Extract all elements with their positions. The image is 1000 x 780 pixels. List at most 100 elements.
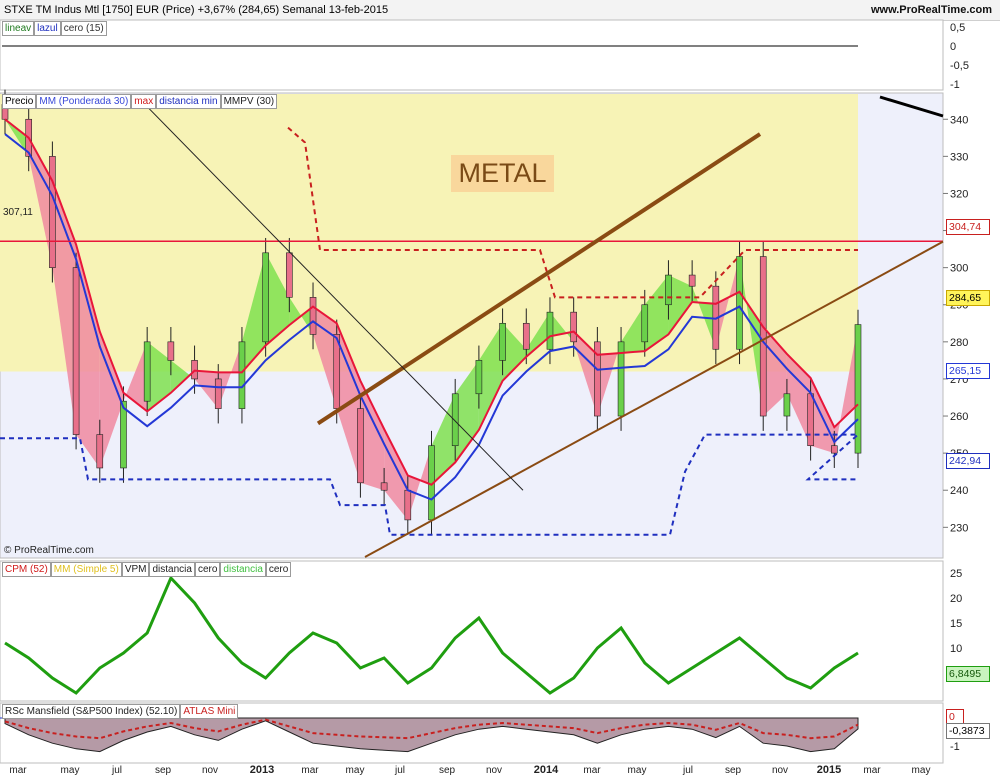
x-axis-label: 2014: [533, 764, 559, 776]
legend-cpm[interactable]: CPM (52): [2, 562, 51, 577]
x-axis-label: may: [345, 765, 365, 776]
cpm-tick-label: 20: [950, 593, 962, 605]
candle-body: [570, 311, 577, 343]
candle-body: [546, 311, 554, 350]
legend-distancia-2[interactable]: distancia: [220, 562, 266, 577]
candle-body: [357, 408, 364, 484]
rsc-badge: -0,3873: [946, 723, 990, 739]
price-tick-label: 300: [950, 263, 968, 275]
candle-body: [120, 400, 127, 469]
top-tick-label: 0,5: [950, 22, 965, 34]
candle-body: [451, 393, 459, 447]
top-tick-label: -0,5: [950, 60, 969, 72]
legend-vpm[interactable]: VPM: [121, 562, 150, 577]
candle-body: [404, 489, 412, 521]
candle-body: [380, 482, 388, 491]
x-axis-label: mar: [301, 765, 319, 776]
cpm-badge: 6,8495: [946, 666, 990, 682]
legend-cero[interactable]: cero (15): [60, 21, 107, 36]
low-badge: 242,94: [946, 453, 990, 469]
price-tick-label: 230: [950, 522, 968, 534]
candle-body: [522, 322, 530, 350]
cpm-legend: CPM (52) MM (Simple 5) VPM distancia cer…: [2, 562, 292, 577]
chart-canvas: 2302402502602702802903003103203303400,50…: [0, 19, 969, 764]
cpm-tick-label: 15: [950, 618, 962, 630]
copyright-text: © ProRealTime.com: [4, 545, 94, 556]
legend-rsc-mansfield[interactable]: RSc Mansfield (S&P500 Index) (52.10): [2, 704, 181, 719]
rsc-tick-label: -1: [950, 741, 960, 753]
candle-body: [831, 445, 838, 454]
candle-body: [665, 274, 672, 306]
top-tick-label: 0: [950, 41, 956, 53]
x-axis-label: jul: [111, 765, 123, 776]
price-badge: 284,65: [946, 290, 990, 306]
candle-body: [783, 393, 791, 417]
x-axis-label: sep: [724, 765, 742, 776]
metal-annotation: METAL: [451, 155, 554, 192]
legend-lineav[interactable]: lineav: [2, 21, 35, 36]
candle-body: [641, 304, 649, 343]
x-axis-label: mar: [583, 765, 601, 776]
price-tick-label: 260: [950, 411, 968, 423]
price-tick-label: 320: [950, 188, 968, 200]
x-axis-label: mar: [863, 765, 881, 776]
candle-body: [499, 322, 506, 361]
top-panel-frame: [0, 19, 944, 91]
x-axis-label: 2015: [816, 764, 842, 776]
yellow-zone: [0, 94, 858, 372]
candle-body: [759, 256, 767, 417]
x-axis-label: 2013: [249, 764, 275, 776]
x-axis-label: nov: [771, 765, 789, 776]
cpm-tick-label: 25: [950, 568, 962, 580]
legend-mm-ponderada[interactable]: MM (Ponderada 30): [36, 94, 132, 109]
candle-body: [286, 252, 293, 298]
legend-distancia[interactable]: distancia: [149, 562, 195, 577]
legend-max[interactable]: max: [131, 94, 157, 109]
price-tick-label: 330: [950, 151, 968, 163]
x-axis-label: may: [60, 765, 80, 776]
x-axis-label: nov: [201, 765, 219, 776]
x-axis-label: jul: [394, 765, 406, 776]
candle-body: [167, 341, 175, 361]
price-tick-label: 240: [950, 485, 968, 497]
legend-atlas-mini[interactable]: ATLAS Mini: [180, 704, 239, 719]
candle-body: [214, 378, 222, 409]
candle-body: [309, 297, 317, 335]
mm-badge: 265,15: [946, 363, 990, 379]
x-axis-label: nov: [485, 765, 503, 776]
candle-body: [475, 360, 483, 395]
price-tick-label: 280: [950, 337, 968, 349]
candle-body: [238, 341, 246, 409]
x-axis-label: mar: [9, 765, 27, 776]
candle-body: [49, 156, 56, 268]
candle-body: [736, 256, 743, 350]
candle-body: [262, 252, 269, 343]
legend-mmpv[interactable]: MMPV (30): [220, 94, 278, 109]
legend-cero-1[interactable]: cero: [194, 562, 221, 577]
main-legend: Precio MM (Ponderada 30) max distancia m…: [2, 94, 278, 109]
legend-cero-2[interactable]: cero: [265, 562, 292, 577]
legend-distancia-min[interactable]: distancia min: [156, 94, 221, 109]
high-badge: 304,74: [946, 219, 990, 235]
legend-lazul[interactable]: lazul: [34, 21, 61, 36]
x-axis-label: jul: [682, 765, 694, 776]
candle-body: [688, 274, 696, 287]
x-axis-label: sep: [154, 765, 172, 776]
candle-body: [143, 341, 151, 402]
x-axis-label: may: [627, 765, 647, 776]
cpm-panel-frame: [0, 560, 944, 702]
rsc-legend: RSc Mansfield (S&P500 Index) (52.10) ATL…: [2, 704, 239, 719]
legend-precio[interactable]: Precio: [2, 94, 37, 109]
level-label: 307,11: [3, 207, 33, 218]
top-legend: lineav lazul cero (15): [2, 21, 107, 36]
legend-mm-simple[interactable]: MM (Simple 5): [50, 562, 122, 577]
x-axis-label: sep: [438, 765, 456, 776]
x-axis-label: may: [911, 765, 931, 776]
candle-body: [807, 393, 814, 447]
cpm-tick-label: 10: [950, 643, 962, 655]
top-tick-label: -1: [950, 79, 960, 91]
candle-body: [96, 434, 104, 469]
candle-body: [72, 267, 80, 435]
price-tick-label: 340: [950, 114, 968, 126]
candle-body: [854, 324, 862, 454]
